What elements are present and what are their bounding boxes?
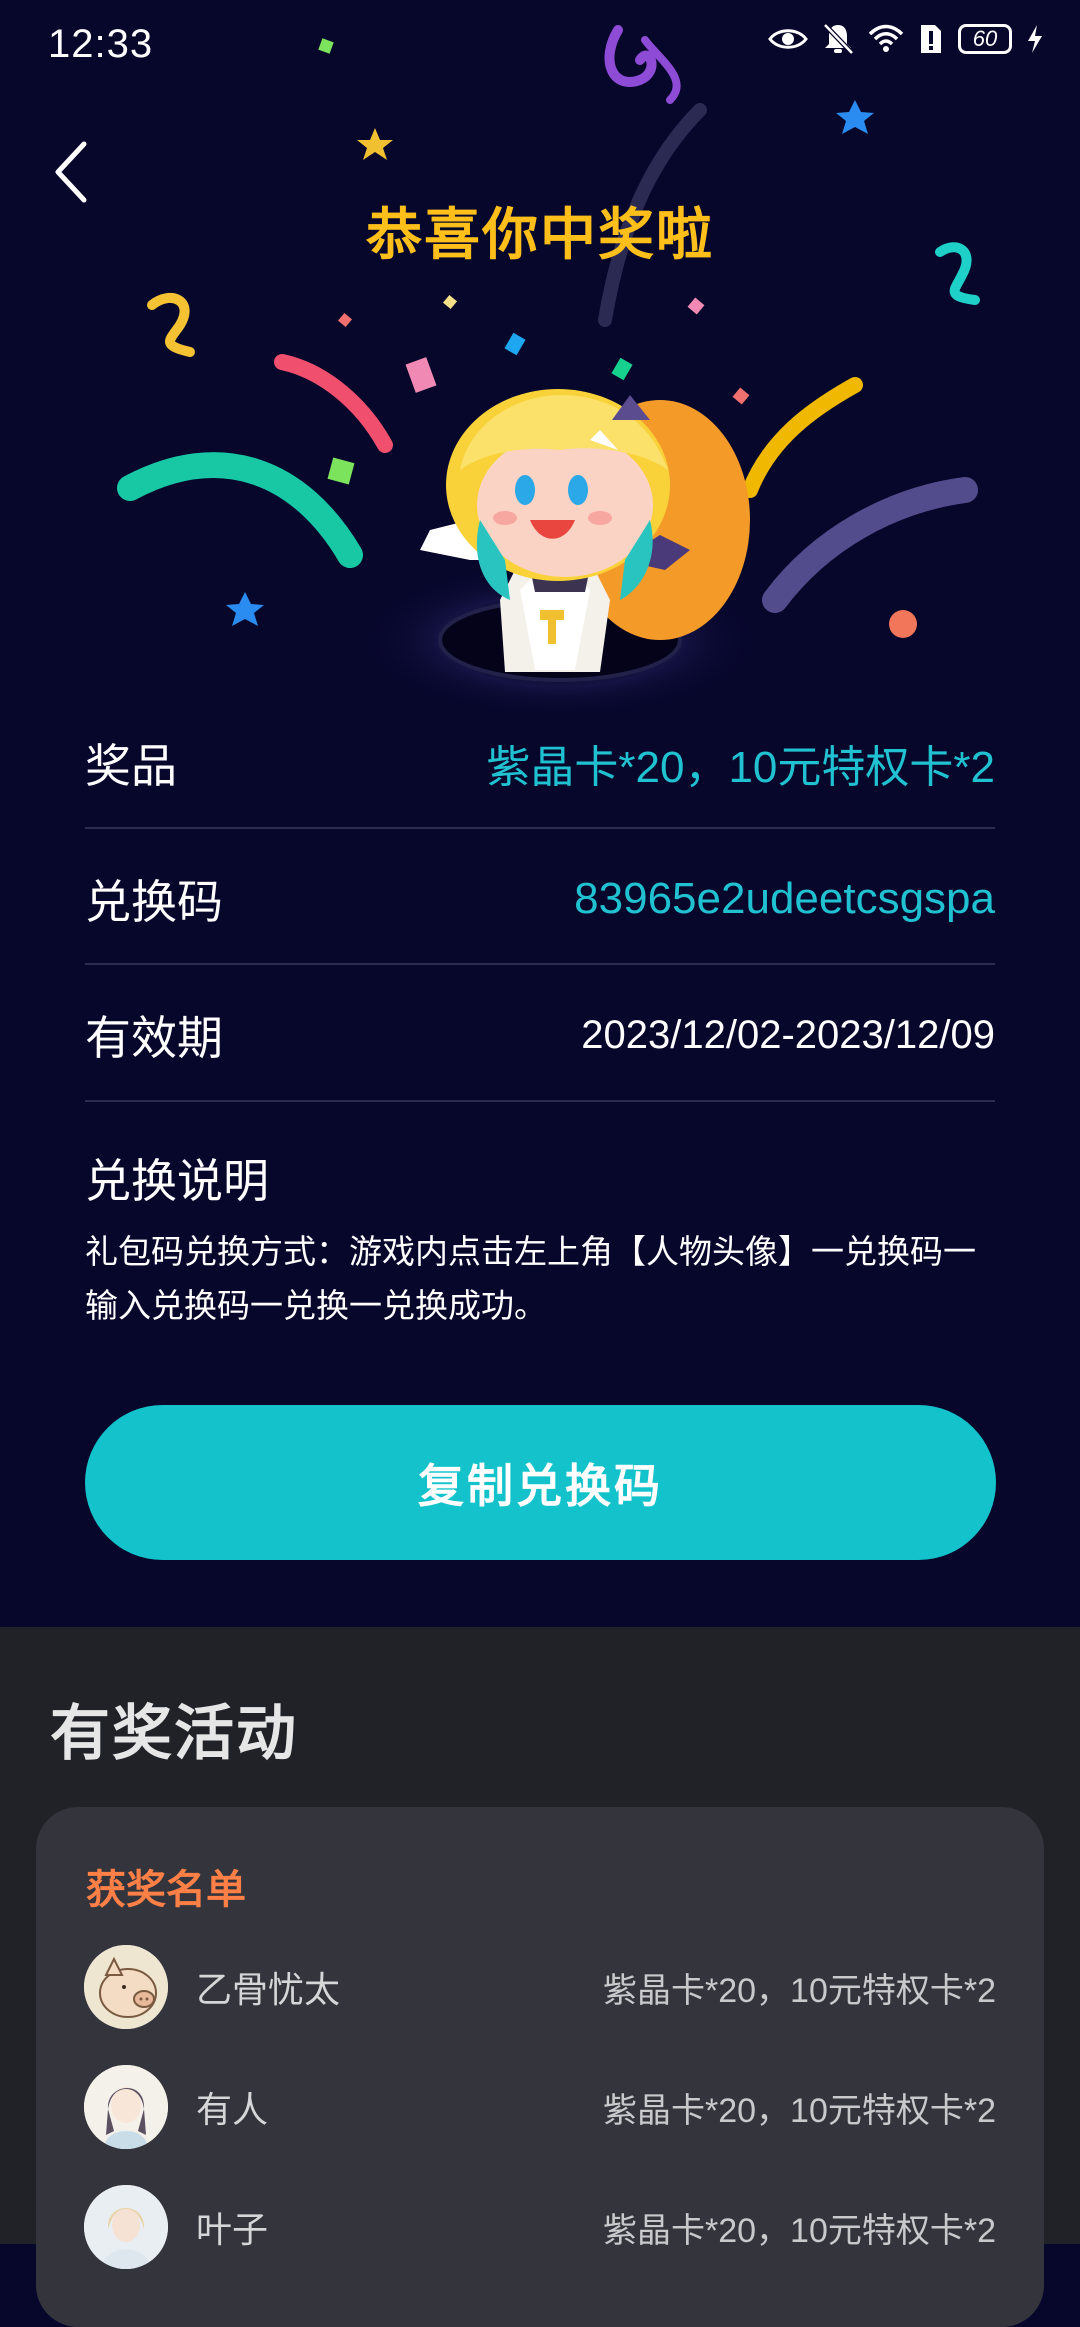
winner-row: 乙骨忧太 紫晶卡*20，10元特权卡*2 — [84, 1942, 996, 2032]
winner-name: 乙骨忧太 — [196, 1969, 341, 2010]
divider — [85, 1100, 995, 1102]
eye-icon — [768, 29, 808, 49]
prize-value: 紫晶卡*20，10元特权卡*2 — [486, 743, 995, 792]
instructions-text: 礼包码兑换方式：游戏内点击左上角【人物头像】一兑换码一输入兑换码一兑换一兑换成功… — [85, 1233, 976, 1324]
status-time: 12:33 — [48, 22, 154, 66]
code-row: 兑换码 83965e2udeetcsgspa — [85, 866, 995, 932]
status-icons: 60 — [768, 22, 1044, 56]
prize-row: 奖品 紫晶卡*20，10元特权卡*2 — [85, 730, 995, 796]
sim-alert-icon — [921, 25, 941, 53]
wifi-icon — [868, 24, 904, 52]
winner-name: 有人 — [196, 2089, 269, 2130]
status-bar: 12:33 60 — [0, 0, 1080, 90]
winner-row: 有人 紫晶卡*20，10元特权卡*2 — [84, 2062, 996, 2152]
activities-section: 有奖活动 获奖名单 乙骨忧太 紫晶卡*20，10元特权卡*2 有人 紫晶卡*20… — [0, 1627, 1080, 2327]
winner-name: 叶子 — [196, 2209, 269, 2250]
activities-title: 有奖活动 — [50, 1700, 298, 1767]
instructions-title: 兑换说明 — [85, 1155, 269, 1207]
divider — [85, 963, 995, 965]
winner-row: 叶子 紫晶卡*20，10元特权卡*2 — [84, 2182, 996, 2272]
mute-bell-icon — [823, 23, 854, 55]
copy-code-button[interactable]: 复制兑换码 — [85, 1405, 996, 1560]
avatar — [84, 2185, 168, 2269]
code-label: 兑换码 — [85, 876, 223, 928]
winners-title: 获奖名单 — [86, 1868, 246, 1912]
validity-value: 2023/12/02-2023/12/09 — [581, 1012, 995, 1057]
winners-card: 获奖名单 乙骨忧太 紫晶卡*20，10元特权卡*2 有人 紫晶卡*20，10元特… — [36, 1807, 1044, 2327]
validity-row: 有效期 2023/12/02-2023/12/09 — [85, 1002, 995, 1068]
winner-prize: 紫晶卡*20，10元特权卡*2 — [602, 2211, 996, 2250]
prize-label: 奖品 — [85, 740, 177, 792]
charging-icon — [1028, 25, 1042, 53]
winner-prize: 紫晶卡*20，10元特权卡*2 — [602, 1971, 996, 2010]
avatar — [84, 1945, 168, 2029]
winner-prize: 紫晶卡*20，10元特权卡*2 — [602, 2091, 996, 2130]
redemption-code[interactable]: 83965e2udeetcsgspa — [574, 874, 995, 924]
validity-label: 有效期 — [85, 1012, 223, 1064]
reward-panel: 12:33 60 恭喜你中奖啦 奖品 紫晶卡*20，10元特权卡*2 兑换码 8… — [0, 0, 1080, 1627]
avatar — [84, 2065, 168, 2149]
page-title: 恭喜你中奖啦 — [366, 203, 714, 266]
divider — [85, 827, 995, 829]
celebration-illustration — [117, 25, 980, 718]
battery-icon: 60 — [958, 24, 1012, 54]
